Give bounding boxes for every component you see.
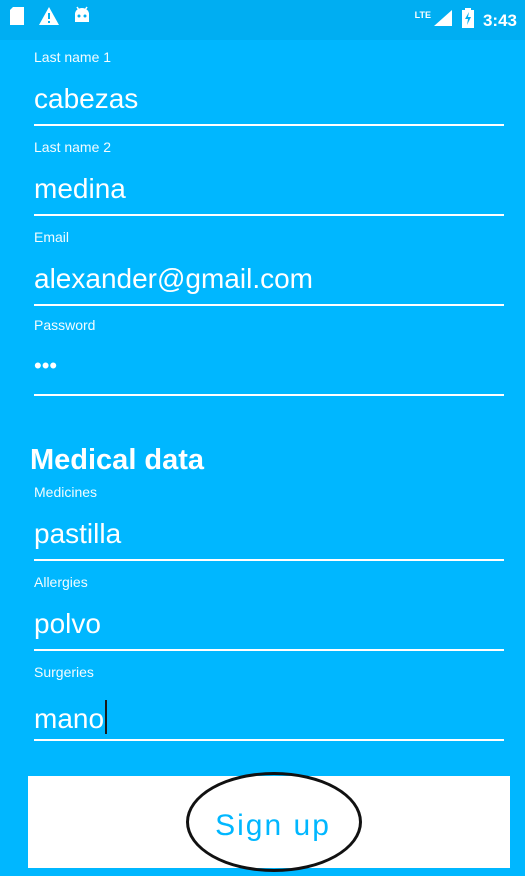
surgeries-value: mano xyxy=(34,703,105,734)
signup-button[interactable]: Sign up xyxy=(28,776,510,868)
password-label: Password xyxy=(34,317,96,333)
email-field[interactable]: Email alexander@gmail.com xyxy=(34,229,504,306)
surgeries-input[interactable]: mano xyxy=(34,700,504,734)
last-name-1-field[interactable]: Last name 1 cabezas xyxy=(34,49,504,126)
last-name-2-input[interactable]: medina xyxy=(34,175,504,207)
last-name-2-label: Last name 2 xyxy=(34,139,112,155)
signal-icon xyxy=(433,9,453,32)
network-type: LTE xyxy=(414,9,431,20)
medicines-label: Medicines xyxy=(34,484,98,500)
medicines-underline xyxy=(34,559,504,561)
password-underline xyxy=(34,394,504,396)
allergies-underline xyxy=(34,649,504,651)
battery-charging-icon xyxy=(461,8,475,33)
text-cursor xyxy=(105,700,108,734)
signup-label: Sign up xyxy=(215,809,331,842)
allergies-label: Allergies xyxy=(34,574,88,590)
surgeries-field[interactable]: Surgeries mano xyxy=(34,664,504,741)
medicines-input[interactable]: pastilla xyxy=(34,520,504,552)
allergies-field[interactable]: Allergies polvo xyxy=(34,574,504,651)
last-name-1-input[interactable]: cabezas xyxy=(34,85,504,117)
signup-container: Sign up xyxy=(28,772,510,872)
email-input[interactable]: alexander@gmail.com xyxy=(34,265,504,297)
android-icon xyxy=(72,6,92,31)
status-bar: LTE 3:43 xyxy=(0,0,525,40)
status-time: 3:43 xyxy=(482,10,517,30)
surgeries-underline xyxy=(34,739,504,741)
email-label: Email xyxy=(34,229,70,245)
medicines-field[interactable]: Medicines pastilla xyxy=(34,484,504,561)
surgeries-label: Surgeries xyxy=(34,664,94,680)
status-left-icons xyxy=(8,6,92,31)
sd-card-icon xyxy=(8,6,26,31)
password-input[interactable]: ••• xyxy=(34,355,504,387)
warning-icon xyxy=(38,6,60,31)
last-name-2-field[interactable]: Last name 2 medina xyxy=(34,139,504,216)
last-name-1-underline xyxy=(34,124,504,126)
medical-data-title: Medical data xyxy=(30,444,205,476)
password-field[interactable]: Password ••• xyxy=(34,317,504,396)
last-name-2-underline xyxy=(34,214,504,216)
status-right: LTE 3:43 xyxy=(415,8,517,33)
last-name-1-label: Last name 1 xyxy=(34,49,112,65)
allergies-input[interactable]: polvo xyxy=(34,610,504,642)
email-underline xyxy=(34,304,504,306)
